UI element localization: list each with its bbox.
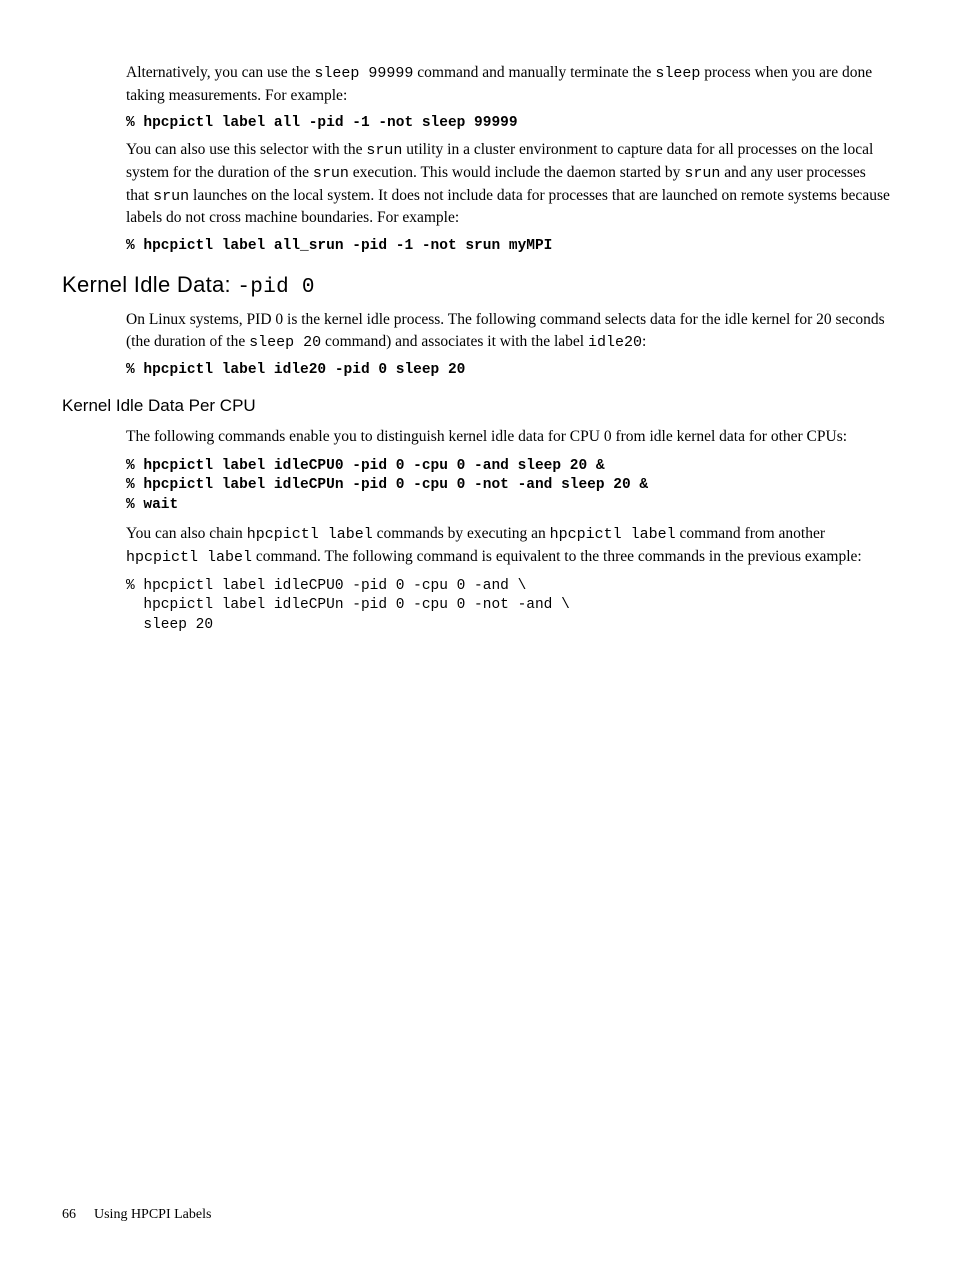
text: command from another xyxy=(676,525,825,542)
inline-code: sleep xyxy=(655,65,700,82)
inline-code: srun xyxy=(684,165,720,182)
inline-code: srun xyxy=(153,188,189,205)
inline-code: srun xyxy=(313,165,349,182)
inline-code: hpcpictl label xyxy=(126,549,252,566)
code-example-5: % hpcpictl label idleCPU0 -pid 0 -cpu 0 … xyxy=(126,577,892,636)
paragraph-2: You can also use this selector with the … xyxy=(126,139,892,230)
paragraph-5: You can also chain hpcpictl label comman… xyxy=(126,523,892,569)
text: execution. This would include the daemon… xyxy=(349,164,684,181)
heading-kernel-idle-data: Kernel Idle Data: -pid 0 xyxy=(62,272,892,299)
paragraph-3: On Linux systems, PID 0 is the kernel id… xyxy=(126,309,892,354)
text: launches on the local system. It does no… xyxy=(126,187,890,227)
text: command) and associates it with the labe… xyxy=(321,333,588,350)
code-example-4: % hpcpictl label idleCPU0 -pid 0 -cpu 0 … xyxy=(126,457,892,516)
paragraph-4: The following commands enable you to dis… xyxy=(126,426,892,448)
page-number: 66 xyxy=(62,1207,76,1222)
page-footer: 66 Using HPCPI Labels xyxy=(62,1207,211,1223)
heading-kernel-idle-per-cpu: Kernel Idle Data Per CPU xyxy=(62,396,892,416)
text: Alternatively, you can use the xyxy=(126,64,314,81)
text: commands by executing an xyxy=(373,525,550,542)
code-example-2: % hpcpictl label all_srun -pid -1 -not s… xyxy=(126,238,892,254)
text: You can also use this selector with the xyxy=(126,141,366,158)
inline-code: sleep 20 xyxy=(249,334,321,351)
code-example-3: % hpcpictl label idle20 -pid 0 sleep 20 xyxy=(126,362,892,378)
text: : xyxy=(642,333,646,350)
heading-code: -pid 0 xyxy=(237,276,314,299)
inline-code: idle20 xyxy=(588,334,642,351)
code-example-1: % hpcpictl label all -pid -1 -not sleep … xyxy=(126,115,892,131)
inline-code: hpcpictl label xyxy=(247,526,373,543)
text: command. The following command is equiva… xyxy=(252,548,862,565)
inline-code: hpcpictl label xyxy=(550,526,676,543)
heading-text: Kernel Idle Data: xyxy=(62,272,237,297)
footer-title: Using HPCPI Labels xyxy=(94,1207,211,1222)
paragraph-1: Alternatively, you can use the sleep 999… xyxy=(126,62,892,107)
inline-code: srun xyxy=(366,142,402,159)
text: command and manually terminate the xyxy=(413,64,655,81)
inline-code: sleep 99999 xyxy=(314,65,413,82)
text: You can also chain xyxy=(126,525,247,542)
